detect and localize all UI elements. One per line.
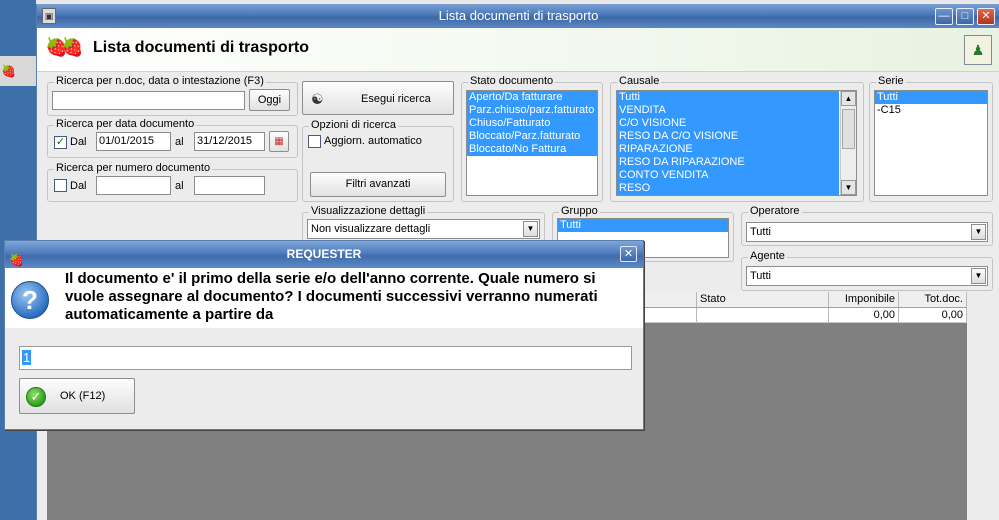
visualizzazione-select[interactable]: Non visualizzare dettagli ▼ bbox=[307, 219, 540, 239]
close-button[interactable]: ✕ bbox=[977, 8, 995, 25]
question-icon: ? bbox=[11, 281, 49, 319]
search-number-to-input[interactable] bbox=[194, 176, 265, 195]
search-date-to-input[interactable]: 31/12/2015 bbox=[194, 132, 265, 151]
window-header: 🍓🍓 Lista documenti di trasporto ♟ bbox=[37, 28, 999, 72]
calendar-icon[interactable]: ▦ bbox=[269, 131, 289, 152]
operatore-label: Operatore bbox=[748, 205, 802, 217]
operatore-value: Tutti bbox=[750, 226, 771, 238]
search-date-from-input[interactable]: 01/01/2015 bbox=[96, 132, 171, 151]
list-item[interactable]: RIPARAZIONE bbox=[617, 143, 839, 156]
today-button[interactable]: Oggi bbox=[249, 89, 290, 111]
causale-scrollbar[interactable]: ▲ ▼ bbox=[840, 91, 856, 195]
agente-value: Tutti bbox=[750, 270, 771, 282]
search-button[interactable]: ☯ Esegui ricerca bbox=[302, 81, 454, 115]
ok-button[interactable]: ✓ OK (F12) bbox=[19, 378, 135, 414]
list-item[interactable]: -C15 bbox=[875, 104, 987, 117]
chevron-down-icon[interactable]: ▼ bbox=[971, 224, 986, 240]
operatore-select[interactable]: Tutti ▼ bbox=[746, 222, 988, 242]
grid-header-imponibile[interactable]: Imponibile bbox=[829, 292, 899, 307]
dialog-close-button[interactable]: ✕ bbox=[620, 246, 637, 262]
search-number-label: Ricerca per numero documento bbox=[54, 162, 213, 174]
stato-documento-label: Stato documento bbox=[468, 75, 556, 87]
list-item[interactable]: Bloccato/Parz.fatturato bbox=[467, 130, 597, 143]
list-item[interactable]: C/O VISIONE bbox=[617, 117, 839, 130]
search-button-label: Esegui ricerca bbox=[361, 93, 431, 105]
search-doc-label: Ricerca per n.doc, data o intestazione (… bbox=[54, 75, 266, 87]
search-date-label: Ricerca per data documento bbox=[54, 118, 197, 130]
auto-update-label: Aggiorn. automatico bbox=[324, 135, 422, 147]
search-options-label: Opzioni di ricerca bbox=[309, 119, 398, 131]
dialog-titlebar[interactable]: 🍓 REQUESTER ✕ bbox=[5, 241, 643, 268]
list-item[interactable]: RESO DA RIPARAZIONE bbox=[617, 156, 839, 169]
auto-update-checkbox[interactable] bbox=[308, 135, 321, 148]
scroll-thumb[interactable] bbox=[842, 109, 855, 149]
list-item[interactable]: Aperto/Da fatturare bbox=[467, 91, 597, 104]
dialog-message: Il documento e' il primo della serie e/o… bbox=[65, 270, 598, 323]
search-number-from-label: Dal bbox=[70, 180, 87, 192]
list-item[interactable]: Bloccato/No Fattura bbox=[467, 143, 597, 156]
list-item[interactable]: Parz.chiuso/parz.fatturato bbox=[467, 104, 597, 117]
strawberry-logo-icon: 🍓🍓 bbox=[45, 37, 84, 57]
ok-button-label: OK (F12) bbox=[60, 390, 106, 402]
scroll-up-icon[interactable]: ▲ bbox=[841, 91, 856, 106]
search-doc-input[interactable] bbox=[52, 91, 245, 110]
list-item[interactable]: CONTO VENDITA bbox=[617, 169, 839, 182]
search-number-checkbox[interactable] bbox=[54, 179, 67, 192]
scroll-down-icon[interactable]: ▼ bbox=[841, 180, 856, 195]
gruppo-label: Gruppo bbox=[559, 205, 600, 217]
visualizzazione-value: Non visualizzare dettagli bbox=[311, 223, 431, 235]
causale-label: Causale bbox=[617, 75, 662, 87]
agente-label: Agente bbox=[748, 250, 787, 262]
advanced-filters-button[interactable]: Filtri avanzati bbox=[310, 172, 446, 197]
search-date-checkbox[interactable]: ✓ bbox=[54, 136, 67, 149]
strawberry-icon: 🍓 bbox=[1, 64, 16, 78]
dialog-message-area: ? Il documento e' il primo della serie e… bbox=[5, 268, 643, 328]
dialog-title: REQUESTER bbox=[286, 247, 362, 261]
binoculars-icon: ☯ bbox=[311, 91, 324, 107]
chevron-down-icon[interactable]: ▼ bbox=[523, 221, 538, 237]
list-item[interactable]: RESO bbox=[617, 182, 839, 195]
requester-dialog: 🍓 REQUESTER ✕ ? Il documento e' il primo… bbox=[4, 240, 644, 430]
dialog-input-value: 1 bbox=[22, 350, 32, 365]
grid-header-totdoc[interactable]: Tot.doc. bbox=[899, 292, 967, 307]
grid-cell-imponibile: 0,00 bbox=[829, 308, 899, 322]
search-number-to-label: al bbox=[175, 180, 184, 192]
serie-label: Serie bbox=[876, 75, 906, 87]
minimize-button[interactable]: — bbox=[935, 8, 953, 25]
page-title: Lista documenti di trasporto bbox=[93, 39, 310, 56]
serie-list[interactable]: Tutti -C15 bbox=[874, 90, 988, 196]
grid-cell-stato bbox=[697, 308, 829, 322]
stato-documento-list[interactable]: Aperto/Da fatturare Parz.chiuso/parz.fat… bbox=[466, 90, 598, 196]
visualizzazione-label: Visualizzazione dettagli bbox=[309, 205, 428, 217]
window-title: Lista documenti di trasporto bbox=[438, 8, 599, 23]
list-item[interactable]: Tutti bbox=[875, 91, 987, 104]
chevron-down-icon[interactable]: ▼ bbox=[971, 268, 986, 284]
window-titlebar[interactable]: ▣ Lista documenti di trasporto — □ ✕ bbox=[37, 4, 999, 28]
list-item[interactable]: Tutti bbox=[558, 219, 728, 232]
list-item[interactable]: RESO DA C/O VISIONE bbox=[617, 130, 839, 143]
list-item[interactable]: Tutti bbox=[617, 91, 839, 104]
search-date-to-label: al bbox=[175, 136, 184, 148]
list-item[interactable]: Chiuso/Fatturato bbox=[467, 117, 597, 130]
agente-select[interactable]: Tutti ▼ bbox=[746, 266, 988, 286]
grid-header-stato[interactable]: Stato bbox=[697, 292, 829, 307]
grid-cell-totdoc: 0,00 bbox=[899, 308, 967, 322]
search-number-from-input[interactable] bbox=[96, 176, 171, 195]
checkmark-icon: ✓ bbox=[26, 387, 46, 407]
dialog-number-input[interactable]: 1 bbox=[19, 346, 632, 370]
users-icon[interactable]: ♟ bbox=[964, 35, 992, 65]
causale-list[interactable]: Tutti VENDITA C/O VISIONE RESO DA C/O VI… bbox=[616, 90, 857, 196]
search-date-from-label: Dal bbox=[70, 136, 87, 148]
list-item[interactable]: VENDITA bbox=[617, 104, 839, 117]
maximize-button[interactable]: □ bbox=[956, 8, 974, 25]
